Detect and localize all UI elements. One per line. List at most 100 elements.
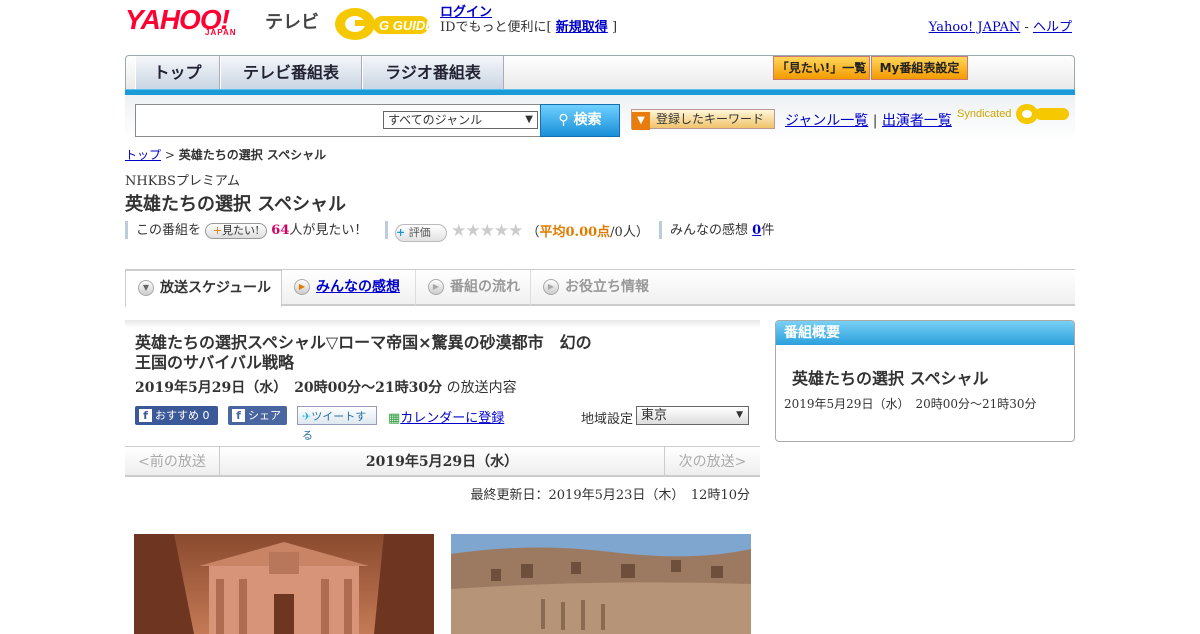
region-label: 地域設定 <box>581 412 634 427</box>
reviews-section: みんなの感想 0件 <box>670 221 774 241</box>
next-broadcast-link[interactable]: 次の放送> <box>664 447 760 477</box>
program-tabs: ▼ 放送スケジュール ▶ みんなの感想 ▶ 番組の流れ ▶ お役立ち情報 <box>125 269 1075 307</box>
plus-icon: + <box>212 223 223 237</box>
genre-select[interactable]: すべてのジャンル ▼ <box>383 111 538 129</box>
nav-tab-radio[interactable]: ラジオ番組表 <box>362 56 504 89</box>
signup-link[interactable]: 新規取得 <box>556 20 608 35</box>
syndicated-gguide-logo: Syndicated <box>957 103 1071 125</box>
gguide-logo-text: G GUIDE <box>379 18 431 33</box>
broadcast-title: 英雄たちの選択スペシャル▽ローマ帝国×驚異の砂漠都市 幻の王国のサバイバル戦略 <box>135 333 592 372</box>
mitai-count: 64 <box>271 223 290 238</box>
search-button-label: 検索 <box>573 112 602 128</box>
login-note-post: ] <box>611 20 618 35</box>
syndicated-label: Syndicated <box>957 107 1012 120</box>
play-icon: ▶ <box>543 279 559 295</box>
last-updated: 最終更新日：2019年5月23日（木） 12時10分 <box>470 488 750 503</box>
breadcrumb-sep: > <box>164 148 175 162</box>
reviews-count-link[interactable]: 0 <box>752 223 761 238</box>
program-photo-ruins[interactable] <box>451 534 751 634</box>
yahoo-japan-link[interactable]: Yahoo! JAPAN <box>929 20 1021 35</box>
date-navigation: <前の放送 2019年5月29日（水） 次の放送> <box>125 446 760 477</box>
top-links-sep: - <box>1024 20 1029 35</box>
registered-keyword-label: 登録したキーワード <box>656 112 765 126</box>
broadcast-time-value: 2019年5月29日（水） 20時00分～21時30分 <box>135 380 443 396</box>
play-icon: ▶ <box>294 279 310 295</box>
help-link[interactable]: ヘルプ <box>1033 20 1072 35</box>
my-schedule-button[interactable]: My番組表設定 <box>871 56 968 80</box>
chevron-down-icon: ▼ <box>525 114 533 125</box>
facebook-icon: f <box>232 409 245 422</box>
calendar-register[interactable]: ▦カレンダーに登録 <box>388 407 504 426</box>
program-meta: この番組を +見たい! 64人が見たい！ + 評価 ★★★★★ （平均0.00点… <box>125 221 1075 243</box>
mitai-list-button[interactable]: 「見たい!」一覧 <box>773 56 870 80</box>
triangle-down-icon: ▼ <box>632 112 650 130</box>
breadcrumb-top[interactable]: トップ <box>125 148 161 162</box>
breadcrumb-current: 英雄たちの選択 スペシャル <box>178 148 327 162</box>
program-overview-time: 2019年5月29日（水） 20時00分～21時30分 <box>784 397 1037 411</box>
mitai-section: この番組を +見たい! 64人が見たい！ <box>136 221 367 241</box>
rating-section: + 評価 ★★★★★ （平均0.00点/0人） <box>395 221 649 243</box>
tab-flow-label: 番組の流れ <box>450 279 520 295</box>
genre-select-value: すべてのジャンル <box>388 113 483 127</box>
mitai-post: 人が見たい！ <box>289 223 368 238</box>
login-link[interactable]: ログイン <box>440 5 492 20</box>
breadcrumb: トップ > 英雄たちの選択 スペシャル <box>125 146 326 163</box>
twitter-bird-icon: ✈ <box>302 410 312 423</box>
facebook-recommend-button[interactable]: f おすすめ 0 <box>135 406 218 425</box>
channel-name: NHKBSプレミアム <box>125 174 240 189</box>
page-title: 英雄たちの選択 スペシャル <box>125 194 347 215</box>
search-bar: すべてのジャンル ▼ ⚲ 検索 ▼ 登録したキーワード ジャンル一覧 | 出演者一… <box>125 95 1075 140</box>
avg-open: （ <box>526 225 540 240</box>
broadcast-header: 英雄たちの選択スペシャル▽ローマ帝国×驚異の砂漠都市 幻の王国のサバイバル戦略 … <box>125 320 760 445</box>
search-icon: ⚲ <box>558 112 569 128</box>
search-button[interactable]: ⚲ 検索 <box>540 104 620 137</box>
chevron-down-icon: ▼ <box>736 410 743 420</box>
login-box: ログイン IDでもっと便利に[ 新規取得 ] <box>440 5 617 35</box>
meta-divider <box>125 221 128 239</box>
calendar-register-link[interactable]: カレンダーに登録 <box>400 411 504 426</box>
registered-keyword-button[interactable]: ▼ 登録したキーワード <box>631 109 775 130</box>
play-icon: ▶ <box>428 279 444 295</box>
tab-schedule-label: 放送スケジュール <box>160 280 272 296</box>
program-overview-heading: 番組概要 <box>776 321 1074 345</box>
mitai-button[interactable]: +見たい! <box>205 222 268 239</box>
reviews-post: 件 <box>761 223 775 238</box>
plus-icon: + <box>396 225 406 239</box>
tab-flow[interactable]: ▶ 番組の流れ <box>416 270 531 305</box>
search-links-divider: | <box>872 113 878 129</box>
rating-button[interactable]: + 評価 <box>395 223 447 242</box>
previous-broadcast-link[interactable]: <前の放送 <box>125 447 220 477</box>
facebook-icon: f <box>139 409 152 422</box>
service-name: テレビ <box>265 12 319 33</box>
nav-tab-top[interactable]: トップ <box>135 56 220 89</box>
tab-schedule[interactable]: ▼ 放送スケジュール <box>125 270 282 307</box>
facebook-recommend-label: おすすめ 0 <box>155 409 210 422</box>
region-select-value: 東京 <box>641 408 668 423</box>
tweet-button[interactable]: ✈ツイートする <box>297 406 377 442</box>
program-photo-treasury[interactable] <box>134 534 434 634</box>
region-select[interactable]: 東京 ▼ <box>636 406 749 425</box>
tab-info-label: お役立ち情報 <box>565 279 649 295</box>
nav-tab-tv[interactable]: テレビ番組表 <box>220 56 362 89</box>
gguide-logo[interactable]: G GUIDE <box>333 6 431 42</box>
mitai-button-label: 見たい! <box>222 223 260 237</box>
facebook-share-button[interactable]: f シェア <box>228 406 287 425</box>
broadcast-time: 2019年5月29日（水） 20時00分～21時30分 の放送内容 <box>135 377 517 397</box>
tab-reviews[interactable]: ▶ みんなの感想 <box>282 270 416 305</box>
cast-list-link[interactable]: 出演者一覧 <box>882 113 952 129</box>
avg-score: 平均0.00点 <box>539 225 611 240</box>
meta-divider <box>659 221 662 239</box>
login-note-pre: IDでもっと便利に[ <box>440 20 552 35</box>
meta-divider <box>385 221 388 239</box>
rating-button-label: 評価 <box>408 225 431 239</box>
tweet-label: ツイートする <box>302 410 367 442</box>
facebook-share-label: シェア <box>248 409 281 422</box>
page: YAHOO! JAPAN テレビ G GUIDE ログイン IDでもっと便利に[… <box>125 0 1075 634</box>
program-overview-title: 英雄たちの選択 スペシャル <box>792 369 989 388</box>
tab-reviews-label: みんなの感想 <box>316 279 400 295</box>
mitai-pre: この番組を <box>136 223 202 238</box>
genre-list-link[interactable]: ジャンル一覧 <box>785 113 868 129</box>
reviews-pre: みんなの感想 <box>670 223 749 238</box>
avg-people: /0人） <box>610 225 649 240</box>
tab-info[interactable]: ▶ お役立ち情報 <box>531 270 669 305</box>
